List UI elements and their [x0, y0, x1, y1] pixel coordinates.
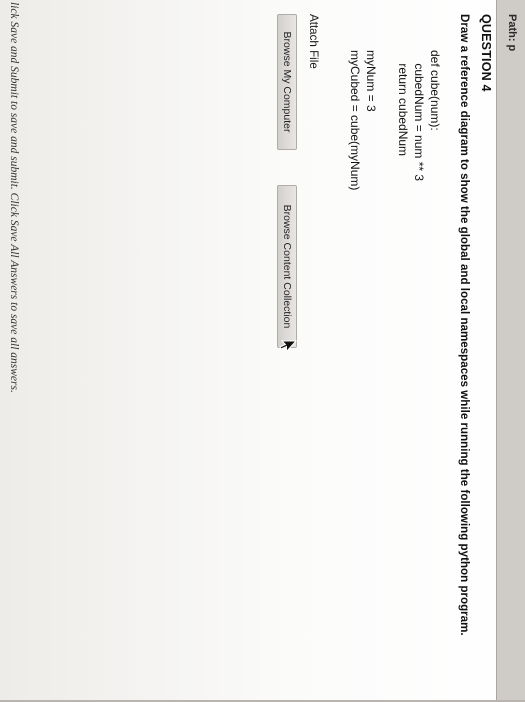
- code-line: myCubed = cube(myNum): [348, 50, 362, 191]
- question-prompt: Draw a reference diagram to show the glo…: [458, 14, 471, 636]
- code-block: def cube(num): cubedNum = num ** 3 retur…: [347, 50, 443, 190]
- path-label: Path: p: [506, 14, 518, 52]
- path-bar: Path: p: [496, 0, 525, 700]
- code-line: cubedNum = num ** 3: [412, 50, 426, 182]
- question-title: QUESTION 4: [479, 14, 493, 92]
- browse-content-collection-button[interactable]: Browse Content Collection: [277, 185, 297, 348]
- code-line: myNum = 3: [364, 50, 378, 112]
- submit-instructions: lick Save and Submit to save and submit.…: [8, 2, 20, 393]
- attach-file-label: Attach File: [307, 14, 320, 69]
- code-line: return cubedNum: [396, 50, 410, 157]
- mouse-cursor-icon: [279, 340, 297, 353]
- page-canvas: Path: p QUESTION 4 Draw a reference diag…: [0, 0, 525, 700]
- code-line: def cube(num):: [428, 50, 442, 131]
- browse-my-computer-button[interactable]: Browse My Computer: [277, 14, 297, 150]
